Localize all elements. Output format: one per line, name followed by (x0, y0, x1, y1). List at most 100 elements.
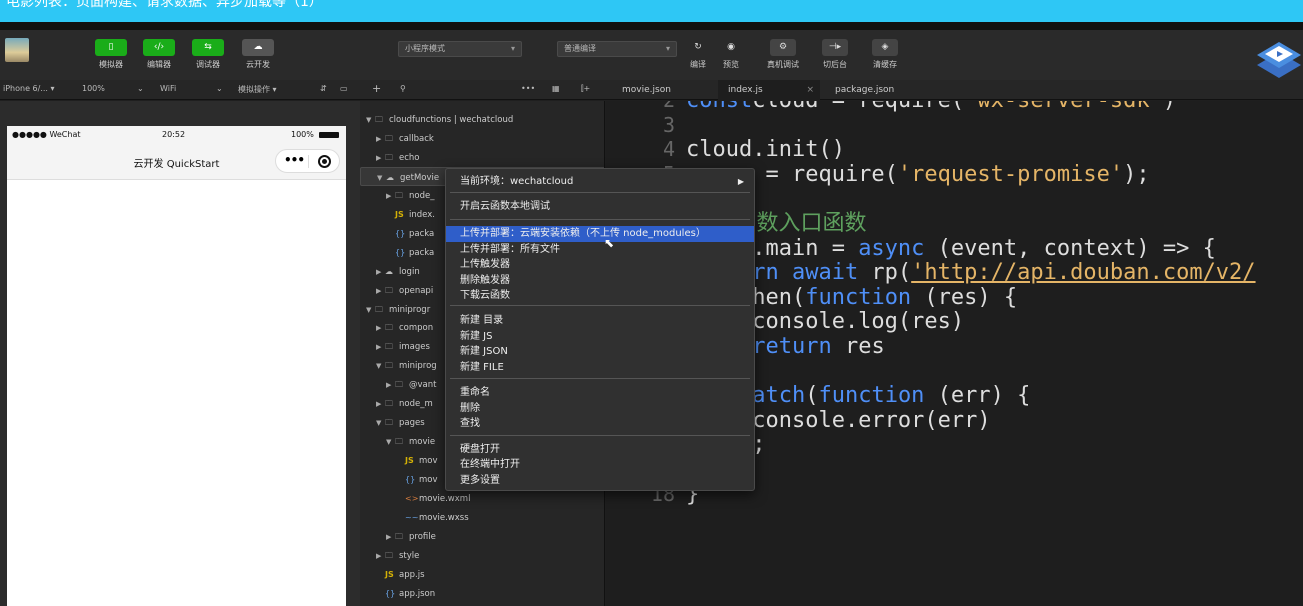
tree-item-label: node_ (409, 190, 435, 201)
clear-cache-button[interactable]: ◈ 清缓存 (868, 39, 902, 70)
menu-item[interactable]: 下载云函数 (446, 288, 754, 304)
tree-folder[interactable]: ▶ 🗀 echo (360, 148, 604, 168)
chevron-down-icon[interactable]: ⌄ (137, 84, 144, 93)
tree-folder[interactable]: ▶ 🗀 style (360, 546, 604, 566)
mini-program-capsule[interactable]: ••• (275, 149, 340, 173)
phone-screen[interactable]: ●●●●● WeChat 20:52 100% 云开发 QuickStart •… (7, 126, 346, 606)
caret-down-icon[interactable]: ▼ (376, 414, 385, 433)
tree-folder[interactable]: ▼ 🗀 cloudfunctions | wechatcloud (360, 110, 604, 130)
split-icon[interactable]: ⫿+ (581, 84, 590, 94)
banner-title: 电影列表：页面构建、请求数据、异步加载等（1） (6, 0, 323, 10)
simulate-action-select[interactable]: 模拟操作 ▾ (238, 84, 277, 95)
remote-debug-button[interactable]: ⚙ 真机调试 (766, 39, 800, 70)
editor-button[interactable]: ‹/› 编辑器 (143, 39, 175, 70)
add-icon[interactable]: + (372, 82, 381, 95)
code-token: async (858, 235, 925, 261)
tree-item-label: movie.wxml (419, 494, 471, 504)
mode-select[interactable]: 小程序模式 ▾ (398, 41, 522, 57)
simulator-panel: ●●●●● WeChat 20:52 100% 云开发 QuickStart •… (0, 101, 360, 606)
menu-item[interactable]: 当前环境：wechatcloud ▶ (446, 174, 754, 190)
menu-item-label: 上传触发器 (460, 259, 510, 270)
caret-down-icon[interactable]: ▼ (366, 301, 375, 320)
caret-right-icon[interactable]: ▶ (376, 282, 385, 301)
caret-right-icon[interactable]: ▶ (386, 187, 395, 206)
tree-item-label: index. (409, 209, 435, 220)
menu-item[interactable]: 开启云函数本地调试 (446, 199, 754, 215)
tab-package-json[interactable]: package.json (825, 80, 925, 100)
grid-icon[interactable]: ▦ (552, 84, 560, 93)
caret-right-icon[interactable]: ▶ (386, 528, 395, 547)
menu-item[interactable]: 新建 JS (446, 329, 754, 345)
menu-item[interactable]: 上传并部署：所有文件 (446, 242, 754, 258)
zoom-select[interactable]: 100% (82, 84, 105, 93)
caret-down-icon[interactable]: ▼ (366, 111, 375, 130)
tree-item-label: movie.wxss (419, 512, 469, 523)
caret-down-icon[interactable]: ▼ (376, 357, 385, 376)
tree-item-label: miniprogr (389, 304, 431, 315)
tree-folder[interactable]: ▶ 🗀 callback (360, 129, 604, 149)
device-select[interactable]: iPhone 6/... ▾ (3, 84, 55, 93)
menu-item[interactable]: 上传触发器 (446, 257, 754, 273)
compile-button[interactable]: ↻ 编译 (681, 39, 715, 70)
close-icon[interactable]: × (806, 80, 814, 100)
code-token: cloud.init() (686, 137, 845, 163)
caret-down-icon[interactable]: ▼ (386, 433, 395, 452)
menu-item-label: 删除触发器 (460, 275, 510, 286)
caret-right-icon[interactable]: ▶ (376, 395, 385, 414)
menu-item[interactable]: 查找 (446, 416, 754, 432)
tree-file[interactable]: <>movie.wxml (360, 489, 604, 508)
tab-index-js[interactable]: index.js × (718, 80, 820, 100)
cloud-dev-button[interactable]: ☁ 云开发 (242, 39, 274, 70)
compile-select[interactable]: 普通编译 ▾ (557, 41, 677, 57)
tree-file[interactable]: {} app.json (360, 584, 604, 603)
menu-item[interactable]: 新建 JSON (446, 344, 754, 360)
menu-item[interactable]: 重命名 (446, 385, 754, 401)
cloud-icon: ☁ (386, 172, 394, 182)
menu-item-label: 在终端中打开 (460, 459, 520, 470)
menu-item-label: 上传并部署：所有文件 (460, 244, 560, 255)
menu-separator (450, 192, 750, 193)
code-icon: ‹/› (143, 39, 175, 56)
caret-right-icon[interactable]: ▶ (376, 319, 385, 338)
tree-file[interactable]: JS app.js (360, 565, 604, 584)
tab-movie-json[interactable]: movie.json (612, 80, 710, 100)
caret-right-icon[interactable]: ▶ (386, 376, 395, 395)
menu-item[interactable]: 删除 (446, 401, 754, 417)
caret-right-icon[interactable]: ▶ (376, 547, 385, 566)
menu-item[interactable]: 更多设置 (446, 473, 754, 489)
menu-item[interactable]: 新建 FILE (446, 360, 754, 376)
rotate-icon[interactable]: ⇵ (320, 84, 327, 93)
caret-right-icon[interactable]: ▶ (376, 338, 385, 357)
code-token: 'request-promise' (897, 161, 1124, 187)
tree-item-label: packa (409, 247, 435, 258)
preview-button[interactable]: ◉ 预览 (714, 39, 748, 70)
menu-item[interactable]: 新建 目录 (446, 313, 754, 329)
chevron-down-icon: ▾ (665, 44, 670, 53)
more-dots-icon[interactable]: ••• (284, 153, 305, 167)
folder-icon: 🗀 (385, 323, 393, 333)
tree-folder[interactable]: ▶ 🗀 profile (360, 527, 604, 547)
caret-right-icon[interactable]: ▶ (376, 263, 385, 282)
code-token: ( (805, 383, 819, 409)
menu-item[interactable]: 删除触发器 (446, 273, 754, 289)
menu-item[interactable]: 上传并部署：云端安装依赖（不上传 node_modules） (446, 226, 754, 242)
debugger-button[interactable]: ⇆ 调试器 (192, 39, 224, 70)
menu-item-label: 新建 JS (460, 331, 493, 342)
more-icon[interactable]: ••• (521, 84, 535, 93)
close-target-icon[interactable] (318, 155, 331, 168)
window-icon[interactable]: ▭ (340, 84, 348, 93)
caret-right-icon[interactable]: ▶ (376, 130, 385, 149)
caret-right-icon[interactable]: ▶ (376, 149, 385, 168)
project-avatar[interactable] (5, 38, 29, 62)
search-icon[interactable]: ⚲ (400, 84, 406, 93)
refresh-icon: ↻ (694, 42, 702, 52)
wxss-file-icon: ~~ (405, 512, 419, 522)
menu-item[interactable]: 硬盘打开 (446, 442, 754, 458)
chevron-down-icon[interactable]: ⌄ (216, 84, 223, 93)
tree-file[interactable]: ~~movie.wxss (360, 508, 604, 527)
network-select[interactable]: WiFi (160, 84, 176, 93)
background-button[interactable]: ⊣▸ 切后台 (818, 39, 852, 70)
menu-item[interactable]: 在终端中打开 (446, 457, 754, 473)
simulator-button[interactable]: ▯ 模拟器 (95, 39, 127, 70)
menu-separator (450, 305, 750, 306)
